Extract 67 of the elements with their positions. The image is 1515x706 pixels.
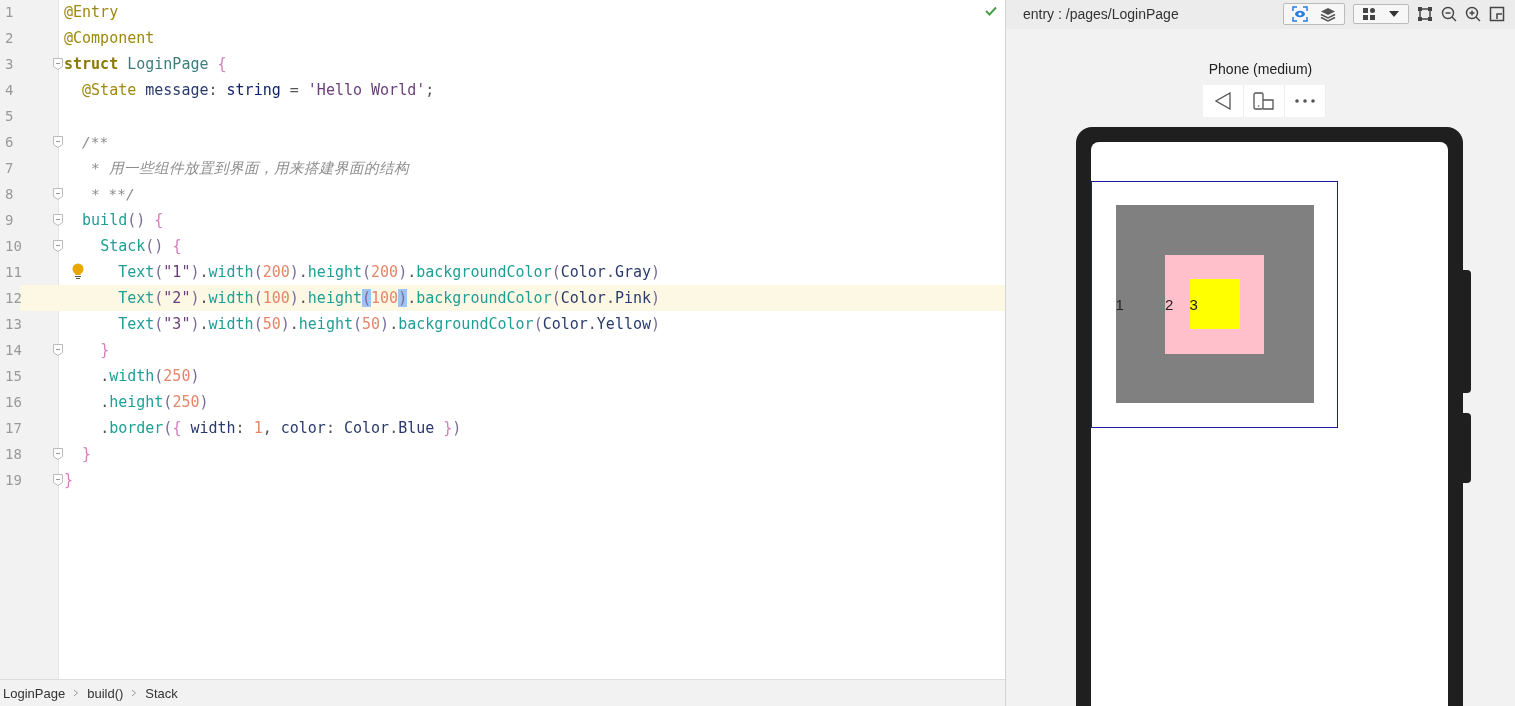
text-block: 3 — [1189, 279, 1240, 330]
line-number: 4 — [4, 82, 15, 98]
code-line: Stack() { — [100, 237, 182, 255]
code-line: * 用一些组件放置到界面，用来搭建界面的结构 — [91, 158, 409, 178]
line-number: 7 — [4, 160, 15, 176]
fold-marker-icon[interactable] — [53, 136, 63, 148]
code-line: .border({ width: 1, color: Color.Blue }) — [100, 419, 462, 437]
line-number: 13 — [4, 316, 23, 332]
phone-rotate-icon — [1253, 91, 1275, 110]
fold-marker-icon[interactable] — [53, 240, 63, 252]
fold-marker-icon[interactable] — [53, 58, 63, 70]
line-number: 2 — [4, 30, 15, 46]
checkmark-icon — [985, 6, 997, 16]
code-line: * **/ — [91, 186, 135, 202]
line-number: 3 — [4, 56, 15, 72]
chevron-right-icon — [73, 689, 80, 697]
code-line: Text("3").width(50).height(50).backgroundColor(Color.Yellow) — [118, 315, 661, 333]
breadcrumb-item[interactable]: build() — [87, 685, 124, 701]
chevron-right-icon — [131, 689, 138, 697]
line-number: 10 — [4, 238, 23, 254]
fold-marker-icon[interactable] — [53, 474, 63, 486]
preview-title: entry : /pages/LoginPage — [1023, 6, 1179, 23]
code-line: Text("1").width(200).height(200).backgroundColor(Color.Gray) — [118, 263, 661, 281]
code-line: } — [100, 341, 110, 359]
frame-icon[interactable] — [1417, 6, 1433, 23]
device-label: Phone (medium) — [1208, 60, 1313, 77]
code-line: @State message: string = 'Hello World'; — [82, 81, 435, 99]
line-number: 6 — [4, 134, 15, 150]
line-number: 19 — [4, 472, 23, 488]
fold-marker-icon[interactable] — [53, 214, 63, 226]
code-line: .height(250) — [100, 393, 209, 411]
breadcrumb-item[interactable]: Stack — [145, 685, 178, 701]
code-line: Text("2").width(100).height(100).backgroundColor(Color.Pink) — [118, 289, 661, 307]
code-line: } — [64, 471, 74, 489]
eye-icon[interactable] — [1292, 6, 1308, 23]
caret-icon — [1388, 10, 1400, 19]
line-number: 5 — [4, 108, 15, 124]
line-number: 15 — [4, 368, 23, 384]
line-number: 18 — [4, 446, 23, 462]
code-line: build() { — [82, 211, 164, 229]
fit-screen-icon[interactable] — [1489, 6, 1505, 23]
fold-marker-icon[interactable] — [53, 448, 63, 460]
more-icon — [1295, 98, 1315, 103]
fold-marker-icon[interactable] — [53, 188, 63, 200]
code-line: /** — [82, 134, 109, 150]
line-number: 1 — [4, 4, 15, 20]
line-number: 17 — [4, 420, 23, 436]
code-line: @Entry — [64, 3, 119, 21]
layout-dropdown[interactable] — [1353, 4, 1409, 25]
fold-marker-icon[interactable] — [53, 344, 63, 356]
code-line: .width(250) — [100, 367, 200, 385]
code-line: } — [82, 445, 92, 463]
line-number: 8 — [4, 186, 15, 202]
zoom-out-icon[interactable] — [1441, 6, 1457, 23]
grid-icon — [1362, 7, 1376, 22]
layers-icon[interactable] — [1320, 6, 1336, 23]
zoom-in-icon[interactable] — [1465, 6, 1481, 23]
breadcrumb-item[interactable]: LoginPage — [3, 685, 66, 701]
line-number: 14 — [4, 342, 23, 358]
line-number: 9 — [4, 212, 15, 228]
triangle-left-icon — [1215, 91, 1231, 110]
lightbulb-icon[interactable] — [72, 263, 84, 279]
line-number: 16 — [4, 394, 23, 410]
code-line: @Component — [64, 29, 155, 47]
line-number: 11 — [4, 264, 23, 280]
line-number: 12 — [4, 290, 23, 306]
code-line: struct LoginPage { — [64, 55, 227, 73]
